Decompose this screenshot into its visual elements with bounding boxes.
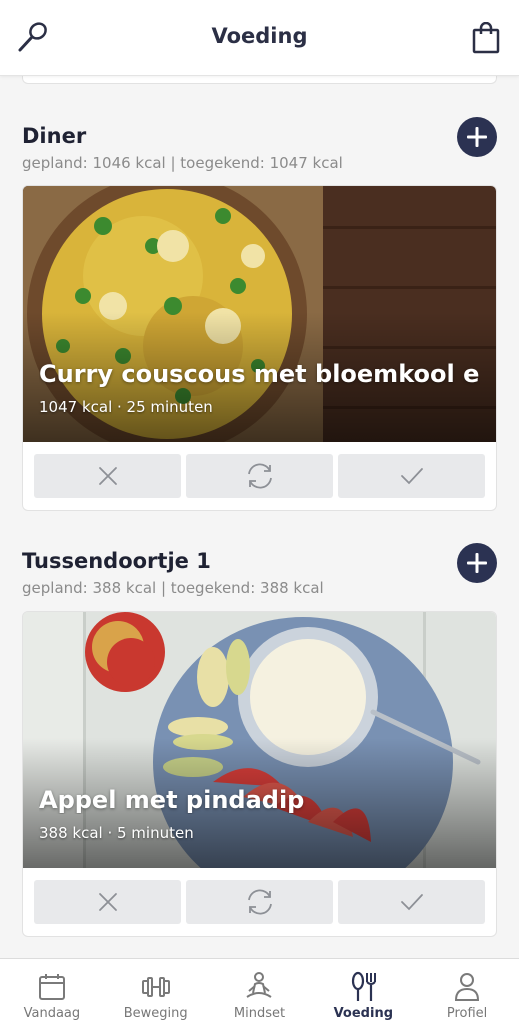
bottom-nav: Vandaag Beweging Mindset Voeding Profiel bbox=[0, 958, 519, 1024]
meal-title: Diner bbox=[22, 124, 87, 148]
add-meal-button[interactable] bbox=[457, 117, 497, 157]
meal-title: Tussendoortje 1 bbox=[22, 549, 211, 573]
swap-button[interactable] bbox=[186, 880, 333, 924]
recipe-name: Appel met pindadip bbox=[39, 786, 305, 814]
reject-button[interactable] bbox=[34, 454, 181, 498]
accept-button[interactable] bbox=[338, 454, 485, 498]
nav-item-profiel[interactable]: Profiel bbox=[415, 959, 519, 1024]
check-icon bbox=[400, 468, 423, 485]
recipe-photo[interactable]: Appel met pindadip 388 kcal · 5 minuten bbox=[23, 612, 496, 868]
close-icon bbox=[98, 893, 117, 911]
nav-label: Profiel bbox=[446, 1006, 488, 1021]
accept-button[interactable] bbox=[338, 880, 485, 924]
swap-icon bbox=[247, 463, 272, 489]
close-icon bbox=[98, 467, 117, 485]
nav-label: Voeding bbox=[333, 1006, 393, 1021]
recipe-card[interactable]: Curry couscous met bloemkool e... 1047 k… bbox=[22, 185, 497, 511]
calendar-icon bbox=[38, 974, 65, 1000]
app-header: Voeding bbox=[0, 0, 519, 76]
check-icon bbox=[400, 894, 423, 911]
dumbbell-icon bbox=[141, 977, 170, 997]
person-icon bbox=[455, 973, 480, 1001]
page-title: Voeding bbox=[211, 24, 308, 48]
recipe-name: Curry couscous met bloemkool e... bbox=[39, 360, 480, 388]
meal-kcal-summary: gepland: 1046 kcal | toegekend: 1047 kca… bbox=[22, 154, 343, 172]
swap-button[interactable] bbox=[186, 454, 333, 498]
meal-kcal-summary: gepland: 388 kcal | toegekend: 388 kcal bbox=[22, 579, 324, 597]
nav-item-vandaag[interactable]: Vandaag bbox=[0, 959, 104, 1024]
swap-icon bbox=[247, 889, 272, 915]
nav-item-beweging[interactable]: Beweging bbox=[104, 959, 208, 1024]
recipe-photo[interactable]: Curry couscous met bloemkool e... 1047 k… bbox=[23, 186, 496, 442]
recipe-actions bbox=[23, 442, 496, 510]
shopping-bag-icon[interactable] bbox=[471, 22, 501, 54]
recipe-card[interactable]: Appel met pindadip 388 kcal · 5 minuten bbox=[22, 611, 497, 937]
recipe-actions bbox=[23, 868, 496, 936]
nav-label: Beweging bbox=[123, 1006, 188, 1021]
recipe-meta: 1047 kcal · 25 minuten bbox=[39, 398, 213, 416]
nav-label: Vandaag bbox=[23, 1006, 81, 1021]
nav-item-voeding[interactable]: Voeding bbox=[311, 959, 415, 1024]
reject-button[interactable] bbox=[34, 880, 181, 924]
meditation-icon bbox=[246, 972, 273, 998]
fork-spoon-icon bbox=[352, 971, 377, 1001]
nav-label: Mindset bbox=[233, 1006, 286, 1021]
recipe-meta: 388 kcal · 5 minuten bbox=[39, 824, 194, 842]
add-meal-button[interactable] bbox=[457, 543, 497, 583]
nav-item-mindset[interactable]: Mindset bbox=[208, 959, 312, 1024]
